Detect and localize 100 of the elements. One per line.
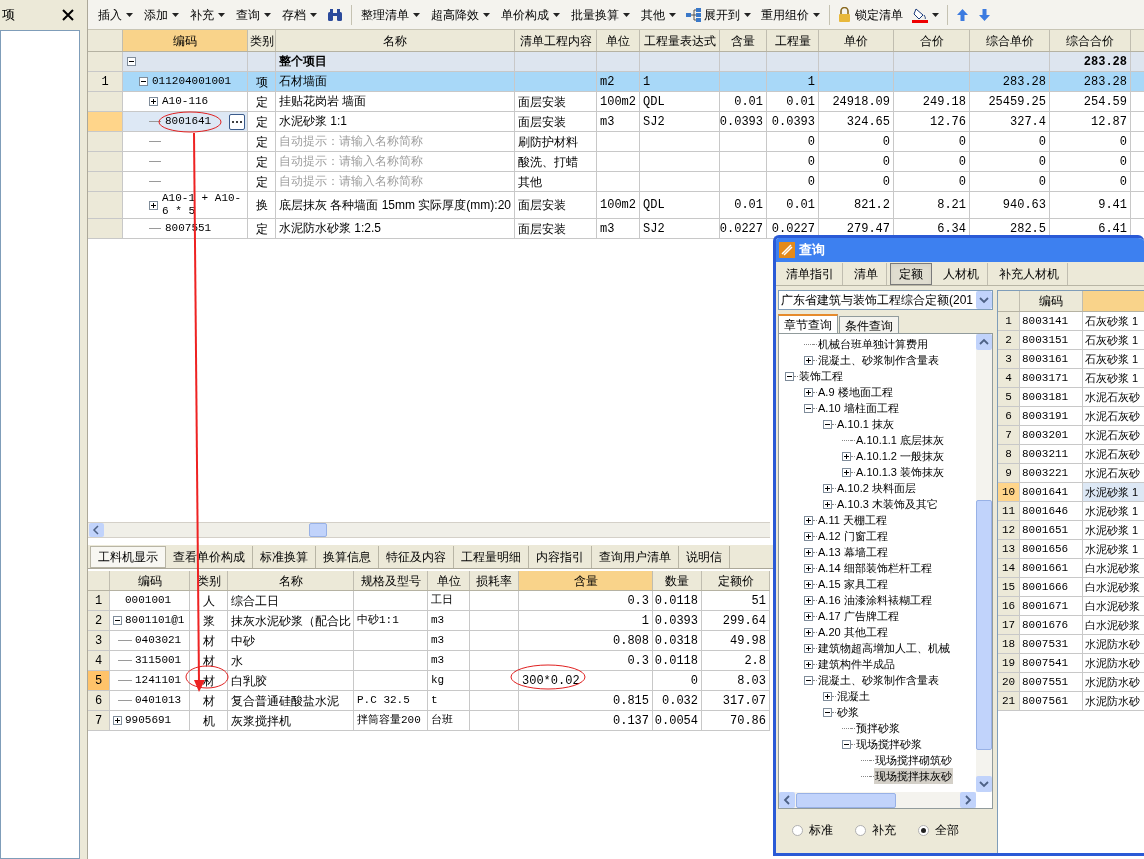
row-header[interactable]: 9 [998, 464, 1020, 482]
column-header[interactable]: 定额价 [702, 571, 770, 590]
collapse-icon[interactable] [823, 419, 832, 429]
expand-icon[interactable] [149, 97, 158, 106]
row-header[interactable]: 2 [88, 611, 110, 630]
close-icon[interactable] [62, 9, 74, 21]
column-header[interactable]: 单价 [819, 30, 894, 51]
input-field[interactable]: 300*0.02 [519, 671, 653, 690]
row-header[interactable]: 6 [88, 691, 110, 710]
column-header[interactable]: 工程量 [767, 30, 819, 51]
expand-icon[interactable] [149, 200, 158, 210]
tab[interactable]: 工料机显示 [90, 546, 166, 568]
scroll-up-icon[interactable] [976, 334, 992, 350]
toolbar-dropdown-button[interactable]: 超高降效 [427, 2, 494, 27]
column-header[interactable]: 综合合价 [1050, 30, 1131, 51]
expand-icon[interactable] [804, 515, 813, 525]
expand-icon[interactable] [804, 579, 813, 589]
table-row[interactable]: 3 0403021 材 中砂 m3 0.808 0.0318 49.98 [88, 631, 770, 651]
tree-item[interactable]: A.10.1.1 底层抹灰 [855, 431, 946, 449]
expand-icon[interactable] [804, 595, 813, 605]
toolbar-dropdown-button[interactable]: 插入 [94, 2, 137, 27]
more-button[interactable] [229, 113, 245, 130]
horizontal-scrollbar[interactable] [779, 792, 976, 808]
column-header[interactable]: 编码 [110, 571, 190, 590]
table-row[interactable]: 8 8003211 水泥石灰砂 [998, 445, 1144, 464]
row-header[interactable]: 11 [998, 502, 1020, 520]
row-header[interactable]: 21 [998, 692, 1020, 710]
expand-icon[interactable] [113, 716, 122, 725]
vertical-scrollbar[interactable] [976, 334, 992, 792]
row-header[interactable]: 4 [998, 369, 1020, 387]
expand-icon[interactable] [842, 451, 851, 461]
expand-icon[interactable] [804, 659, 813, 669]
expand-icon[interactable] [823, 691, 832, 701]
toolbar-dropdown-button[interactable]: 查询 [232, 2, 275, 27]
toolbar-dropdown-button[interactable]: 批量换算 [567, 2, 634, 27]
table-row[interactable]: 4 3115001 材 水 m3 0.3 0.0118 2.8 [88, 651, 770, 671]
row-header[interactable]: 3 [88, 631, 110, 650]
row-header[interactable]: 18 [998, 635, 1020, 653]
column-header[interactable]: 清单工程内容 [515, 30, 597, 51]
table-row[interactable]: 5 8003181 水泥石灰砂 [998, 388, 1144, 407]
tab[interactable]: 条件查询 [839, 316, 899, 333]
toolbar-dropdown-button[interactable]: 整理清单 [357, 2, 424, 27]
row-header[interactable]: 7 [88, 711, 110, 730]
collapse-icon[interactable] [842, 739, 851, 749]
table-row[interactable]: 6 8003191 水泥石灰砂 [998, 407, 1144, 426]
row-header[interactable]: 5 [998, 388, 1020, 406]
table-row[interactable]: 14 8001661 白水泥砂浆 [998, 559, 1144, 578]
expand-icon[interactable] [804, 531, 813, 541]
collapse-icon[interactable] [785, 371, 794, 381]
collapse-icon[interactable] [823, 707, 832, 717]
expand-icon[interactable] [804, 547, 813, 557]
row-header[interactable]: 1 [998, 312, 1020, 330]
table-row[interactable]: 定 自动提示：请输入名称简称 酸洗、打蜡 0 0 0 0 0 [88, 152, 1144, 172]
scrollbar-thumb[interactable] [796, 792, 896, 808]
tab[interactable]: 章节查询 [778, 314, 838, 333]
horizontal-scrollbar[interactable] [88, 522, 770, 538]
table-row[interactable]: 2 8001101@1 浆 抹灰水泥砂浆（配合比 中砂1:1 m3 1 0.0393 299.64 [88, 611, 770, 631]
row-header[interactable]: 20 [998, 673, 1020, 691]
tree-item[interactable]: A.10.3 木装饰及其它 [836, 495, 939, 513]
column-header[interactable]: 合价 [894, 30, 970, 51]
collapse-icon[interactable] [113, 616, 122, 625]
column-header[interactable]: 规格及型号 [354, 571, 428, 590]
column-header[interactable]: 综合单价 [970, 30, 1050, 51]
row-header[interactable]: 1 [88, 591, 110, 610]
tab[interactable]: 补充人材机 [991, 262, 1068, 285]
column-header[interactable]: 含量 [519, 571, 653, 590]
table-row[interactable]: 1 0001001 人 综合工日 工日 0.3 0.0118 51 [88, 591, 770, 611]
table-row[interactable]: 4 8003171 石灰砂浆 1 [998, 369, 1144, 388]
table-row[interactable]: 17 8001676 白水泥砂浆 [998, 616, 1144, 635]
row-header[interactable]: 1 [88, 72, 123, 91]
table-row[interactable]: A10-116 定 挂贴花岗岩 墙面 面层安装 100m2 QDL 0.01 0.01 24918.09 249.18 25459.25 254.59 [88, 92, 1144, 112]
collapse-icon[interactable] [804, 675, 813, 685]
toolbar-dropdown-button[interactable]: 其他 [637, 2, 680, 27]
column-header[interactable]: 名称 [228, 571, 354, 590]
collapse-icon[interactable] [139, 77, 148, 86]
expand-icon[interactable] [804, 387, 813, 397]
row-header[interactable]: 3 [998, 350, 1020, 368]
table-row[interactable]: 定 自动提示：请输入名称简称 其他 0 0 0 0 0 [88, 172, 1144, 192]
scrollbar-thumb[interactable] [976, 500, 992, 750]
column-header[interactable]: 数量 [653, 571, 702, 590]
table-row[interactable]: 10 8001641 水泥砂浆 1 [998, 483, 1144, 502]
tab[interactable]: 清单 [846, 262, 887, 285]
tab[interactable]: 定额 [890, 262, 932, 285]
scroll-right-icon[interactable] [960, 792, 976, 808]
row-header[interactable]: 4 [88, 651, 110, 670]
row-header[interactable]: 16 [998, 597, 1020, 615]
table-row[interactable]: 7 9905691 机 灰浆搅拌机 拌筒容量200 台班 0.137 0.0054 70.86 [88, 711, 770, 731]
table-row[interactable]: 2 8003151 石灰砂浆 1 [998, 331, 1144, 350]
expand-icon[interactable] [842, 467, 851, 477]
row-header[interactable]: 12 [998, 521, 1020, 539]
column-header[interactable]: 类别 [248, 30, 276, 51]
column-header[interactable]: 单位 [428, 571, 470, 590]
expand-icon[interactable] [804, 355, 813, 365]
scroll-down-icon[interactable] [976, 776, 992, 792]
table-row[interactable]: 19 8007541 水泥防水砂 [998, 654, 1144, 673]
toolbar-dropdown-button[interactable]: 添加 [140, 2, 183, 27]
table-row[interactable]: 18 8007531 水泥防水砂 [998, 635, 1144, 654]
lock-list-button[interactable]: 锁定清单 [835, 2, 906, 27]
scrollbar-thumb[interactable] [309, 523, 327, 537]
toolbar-dropdown-button[interactable]: 单价构成 [497, 2, 564, 27]
